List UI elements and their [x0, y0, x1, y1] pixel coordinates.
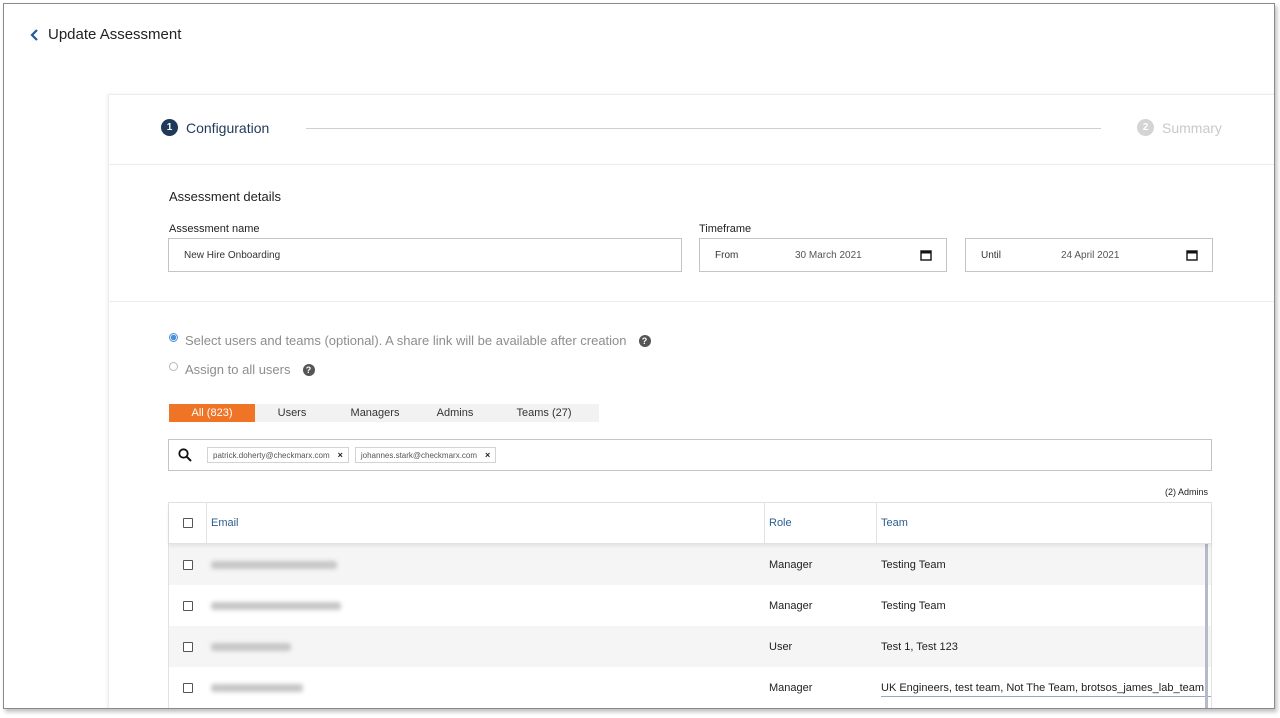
team-cell: Testing Team — [881, 599, 946, 612]
table-scrollbar[interactable] — [1205, 544, 1208, 708]
email-cell — [207, 667, 765, 708]
step-label: Summary — [1162, 119, 1222, 136]
tab-managers[interactable]: Managers — [329, 404, 421, 422]
assessment-card: 1 Configuration 2 Summary Assessment det… — [108, 94, 1274, 708]
table-header: Email Role Team — [169, 503, 1211, 544]
calendar-icon[interactable] — [1186, 249, 1198, 261]
redacted-email — [211, 683, 303, 692]
tab-admins[interactable]: Admins — [421, 404, 489, 422]
role-cell: Manager — [769, 558, 813, 571]
help-icon[interactable]: ? — [302, 363, 315, 376]
page-title: Update Assessment — [48, 26, 182, 43]
table-row[interactable]: Manager UK Engineers, test team, Not The… — [169, 667, 1211, 708]
table-row[interactable]: Manager Testing Team — [169, 544, 1211, 585]
users-table: Email Role Team Manager Testing Team Man… — [168, 502, 1212, 708]
tab-teams[interactable]: Teams (27) — [489, 404, 599, 422]
close-icon[interactable]: × — [485, 450, 490, 460]
chevron-left-icon — [30, 28, 38, 41]
assessment-name-input[interactable]: New Hire Onboarding — [168, 238, 682, 272]
role-cell: Manager — [769, 599, 813, 612]
stepper: 1 Configuration 2 Summary — [109, 95, 1274, 165]
team-cell: UK Engineers, test team, Not The Team, b… — [881, 681, 1211, 694]
role-column-header[interactable]: Role — [765, 503, 877, 543]
team-cell: Testing Team — [881, 558, 946, 571]
row-checkbox[interactable] — [183, 559, 193, 570]
search-icon — [178, 448, 192, 462]
app-window: Update Assessment 1 Configuration 2 Summ… — [3, 3, 1275, 709]
calendar-icon[interactable] — [920, 249, 932, 261]
row-checkbox[interactable] — [183, 600, 193, 611]
redacted-email — [211, 601, 341, 610]
help-icon[interactable]: ? — [638, 334, 651, 347]
from-date-input[interactable]: From 30 March 2021 — [699, 238, 947, 272]
radio-select-users[interactable]: Select users and teams (optional). A sha… — [169, 333, 651, 348]
row-select-cell — [169, 544, 207, 585]
selected-user-chip: johannes.stark@checkmarx.com × — [354, 447, 497, 463]
radio-label: Assign to all users — [185, 362, 291, 377]
redacted-email — [211, 560, 337, 569]
chip-label: patrick.doherty@checkmarx.com — [213, 450, 330, 460]
email-column-header[interactable]: Email — [207, 503, 765, 543]
select-all-cell — [169, 503, 207, 543]
selected-user-chip: patrick.doherty@checkmarx.com × — [207, 447, 349, 463]
step-label: Configuration — [186, 119, 270, 136]
user-search-input[interactable]: patrick.doherty@checkmarx.com × johannes… — [168, 439, 1212, 471]
timeframe-label: Timeframe — [699, 223, 752, 235]
step-connector — [306, 128, 1101, 129]
table-row[interactable]: User Test 1, Test 123 — [169, 626, 1211, 667]
tab-users[interactable]: Users — [255, 404, 329, 422]
until-date-value: 24 April 2021 — [1061, 249, 1120, 261]
assessment-name-label: Assessment name — [169, 223, 260, 235]
row-select-cell — [169, 667, 207, 708]
back-link[interactable]: Update Assessment — [30, 26, 181, 43]
role-cell: Manager — [769, 681, 813, 694]
team-column-header[interactable]: Team — [877, 503, 1211, 543]
section-title: Assessment details — [169, 189, 281, 204]
filter-tabs: All (823) Users Managers Admins Teams (2… — [169, 404, 599, 422]
from-date-value: 30 March 2021 — [795, 249, 862, 261]
until-prefix: Until — [981, 249, 1002, 261]
divider — [109, 301, 1274, 302]
until-date-input[interactable]: Until 24 April 2021 — [965, 238, 1213, 272]
radio-button-checked[interactable] — [169, 333, 178, 342]
radio-label: Select users and teams (optional). A sha… — [185, 333, 627, 348]
select-all-checkbox[interactable] — [182, 518, 193, 528]
row-select-cell — [169, 585, 207, 626]
row-select-cell — [169, 626, 207, 667]
email-cell — [207, 585, 765, 626]
team-cell: Test 1, Test 123 — [881, 640, 958, 653]
redacted-email — [211, 642, 291, 651]
step-configuration[interactable]: 1 Configuration — [161, 119, 269, 136]
radio-button[interactable] — [169, 362, 178, 371]
step-number: 2 — [1137, 119, 1154, 136]
close-icon[interactable]: × — [338, 450, 343, 460]
chip-label: johannes.stark@checkmarx.com — [360, 450, 478, 460]
row-checkbox[interactable] — [183, 641, 193, 652]
email-cell — [207, 544, 765, 585]
radio-assign-all[interactable]: Assign to all users ? — [169, 362, 315, 377]
selection-count: (2) Admins — [1165, 487, 1209, 497]
assessment-name-value: New Hire Onboarding — [184, 249, 281, 261]
step-number: 1 — [161, 119, 178, 136]
table-row[interactable]: Manager Testing Team — [169, 585, 1211, 626]
from-prefix: From — [715, 249, 739, 261]
row-checkbox[interactable] — [183, 682, 193, 693]
step-summary[interactable]: 2 Summary — [1137, 119, 1222, 136]
email-cell — [207, 626, 765, 667]
tab-all[interactable]: All (823) — [169, 404, 255, 422]
role-cell: User — [769, 640, 793, 653]
